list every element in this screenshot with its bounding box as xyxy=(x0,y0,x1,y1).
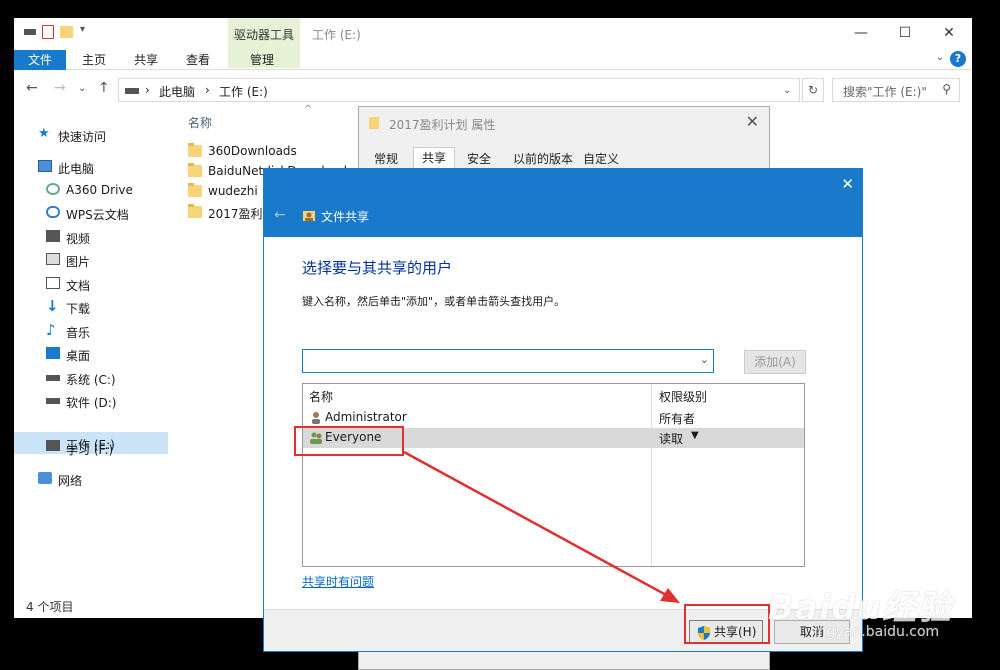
watermark-brand: Baidu经验 xyxy=(768,588,953,628)
baidu-watermark: Baidu经验 jingyan.baidu.com xyxy=(768,580,988,650)
watermark-url: jingyan.baidu.com xyxy=(810,624,940,640)
annotation-arrow-icon xyxy=(403,450,680,603)
screen: ▾ 驱动器工具 工作 (E:) — ☐ ✕ 文件 主页 共享 查看 管理 ⌄ ?… xyxy=(0,0,1000,670)
